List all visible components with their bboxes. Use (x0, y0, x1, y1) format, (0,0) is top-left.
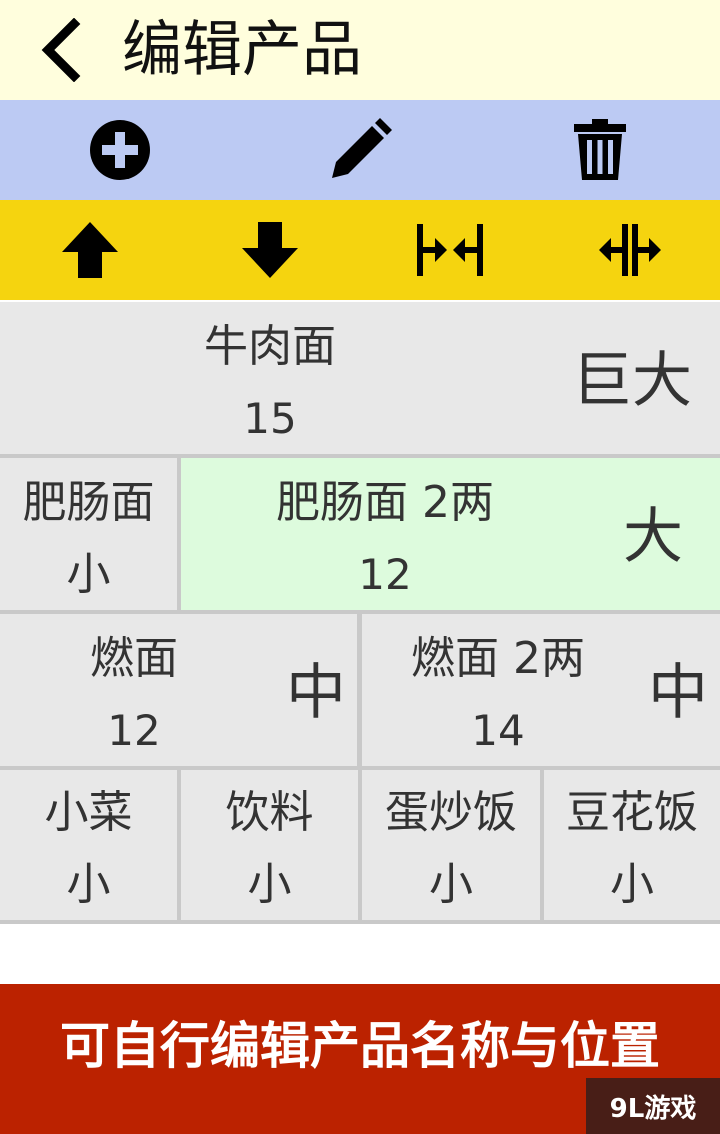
product-tile[interactable]: 燃面 12 中 (0, 614, 357, 766)
page-title: 编辑产品 (122, 15, 362, 85)
product-size: 小 (247, 859, 292, 910)
product-price: 12 (107, 706, 161, 755)
product-size: 大 (623, 502, 683, 572)
product-size: 小 (610, 859, 654, 910)
product-tile-selected[interactable]: 肥肠面 2两 12 大 (181, 458, 720, 610)
back-button[interactable] (34, 17, 98, 83)
product-name: 燃面 (90, 633, 178, 684)
watermark-logo: 9L游戏 (586, 1078, 720, 1134)
product-size: 小 (66, 549, 111, 600)
move-up-button[interactable] (30, 200, 150, 300)
add-icon (90, 120, 150, 180)
action-toolbar (0, 100, 720, 200)
product-name: 肥肠面 2两 (276, 477, 494, 528)
product-price: 15 (243, 394, 297, 443)
add-button[interactable] (60, 100, 180, 200)
product-name: 蛋炒饭 (385, 787, 517, 838)
arrange-toolbar (0, 200, 720, 300)
product-name: 豆花饭 (566, 787, 698, 838)
product-tile[interactable]: 肥肠面 小 (0, 458, 177, 610)
watermark-text: 9L游戏 (609, 1093, 697, 1124)
product-grid: 牛肉面 15 巨大 肥肠面 小 肥肠面 2两 12 大 燃面 12 中 燃面 2… (0, 302, 720, 924)
split-icon (599, 224, 661, 276)
product-tile[interactable]: 牛肉面 15 巨大 (0, 302, 720, 454)
product-size: 中 (648, 658, 708, 728)
product-size: 小 (66, 859, 111, 910)
product-tile[interactable]: 燃面 2两 14 中 (362, 614, 720, 766)
edit-button[interactable] (300, 100, 420, 200)
app-header: 编辑产品 (0, 0, 720, 100)
product-name: 小菜 (44, 787, 133, 838)
product-name: 燃面 2两 (411, 633, 585, 684)
product-tile[interactable]: 豆花饭 小 (544, 770, 720, 920)
delete-icon (574, 119, 626, 180)
product-tile[interactable]: 蛋炒饭 小 (362, 770, 540, 920)
product-name: 牛肉面 (204, 321, 336, 372)
edit-icon (332, 118, 392, 178)
product-name: 饮料 (225, 787, 314, 838)
product-size: 巨大 (572, 346, 692, 416)
banner-text: 可自行编辑产品名称与位置 (60, 1017, 660, 1075)
product-tile[interactable]: 小菜 小 (0, 770, 177, 920)
merge-icon (417, 224, 483, 276)
chevron-left-icon (41, 17, 81, 83)
product-price: 14 (471, 706, 525, 755)
arrow-up-icon (62, 222, 118, 278)
split-button[interactable] (570, 200, 690, 300)
arrow-down-icon (242, 222, 298, 278)
product-price: 12 (358, 550, 412, 599)
delete-button[interactable] (540, 100, 660, 200)
product-size: 小 (429, 859, 473, 910)
product-name: 肥肠面 (22, 477, 155, 528)
product-tile[interactable]: 饮料 小 (181, 770, 358, 920)
product-size: 中 (286, 658, 346, 728)
move-down-button[interactable] (210, 200, 330, 300)
merge-button[interactable] (390, 200, 510, 300)
